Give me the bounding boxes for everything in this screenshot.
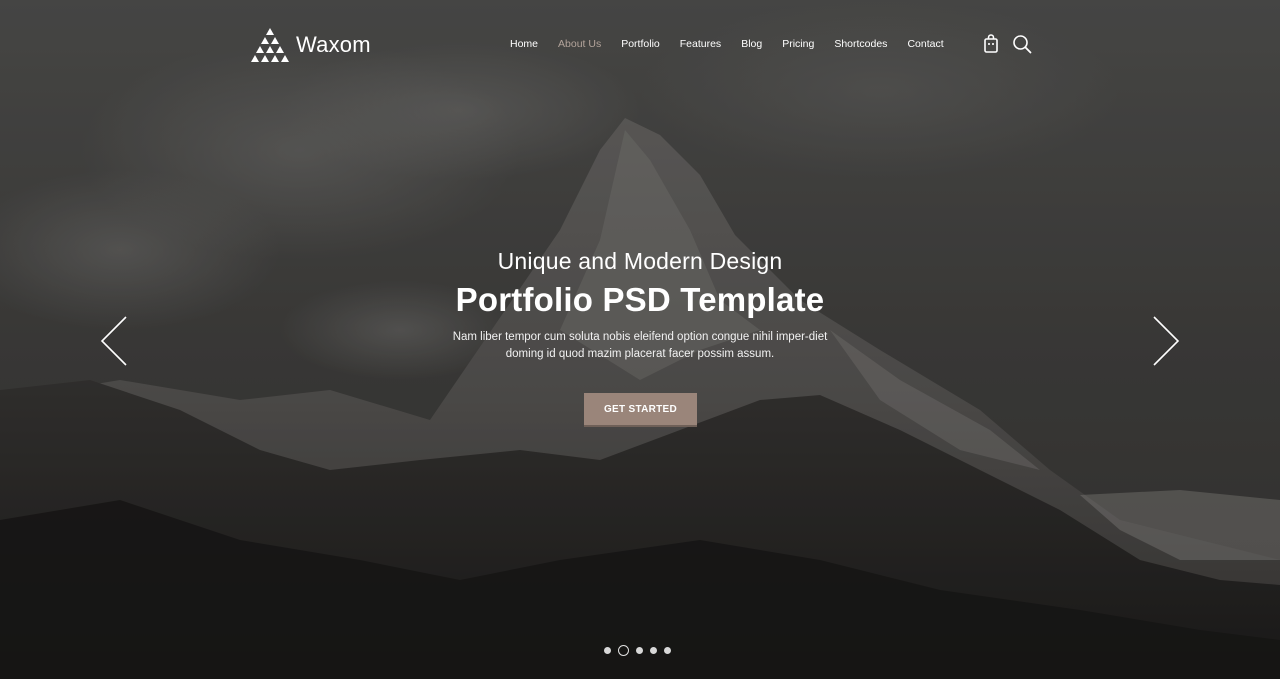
nav-item-home[interactable]: Home xyxy=(510,38,538,50)
shopping-bag-icon[interactable] xyxy=(981,34,1001,54)
chevron-right-icon[interactable] xyxy=(1151,315,1181,367)
nav-item-contact[interactable]: Contact xyxy=(907,38,943,50)
hero-content: Unique and Modern Design Portfolio PSD T… xyxy=(340,248,940,363)
nav-item-shortcodes[interactable]: Shortcodes xyxy=(834,38,887,50)
main-nav: Home About Us Portfolio Features Blog Pr… xyxy=(510,38,964,50)
slider-dot[interactable] xyxy=(650,647,657,654)
hero-description: Nam liber tempor cum soluta nobis eleife… xyxy=(452,331,828,360)
search-icon[interactable] xyxy=(1012,34,1032,54)
slider-dot[interactable] xyxy=(636,647,643,654)
hero-eyebrow: Unique and Modern Design xyxy=(497,248,783,274)
triangle-logo-icon xyxy=(251,28,289,62)
nav-item-features[interactable]: Features xyxy=(680,38,721,50)
brand-logo[interactable]: Waxom xyxy=(250,26,371,64)
nav-item-blog[interactable]: Blog xyxy=(741,38,762,50)
nav-item-about-us[interactable]: About Us xyxy=(558,38,601,50)
slider-dot-active[interactable] xyxy=(618,645,629,656)
site-header: Waxom Home About Us Portfolio Features B… xyxy=(0,0,1280,90)
hero-slider: Waxom Home About Us Portfolio Features B… xyxy=(0,0,1280,679)
slider-dot[interactable] xyxy=(604,647,611,654)
brand-name: Waxom xyxy=(296,32,371,57)
chevron-left-icon[interactable] xyxy=(99,315,129,367)
slider-pagination xyxy=(604,645,671,656)
hero-headline: Portfolio PSD Template xyxy=(455,281,825,318)
nav-item-portfolio[interactable]: Portfolio xyxy=(621,38,660,50)
get-started-button[interactable]: GET STARTED xyxy=(584,393,697,427)
nav-item-pricing[interactable]: Pricing xyxy=(782,38,814,50)
slider-dot[interactable] xyxy=(664,647,671,654)
